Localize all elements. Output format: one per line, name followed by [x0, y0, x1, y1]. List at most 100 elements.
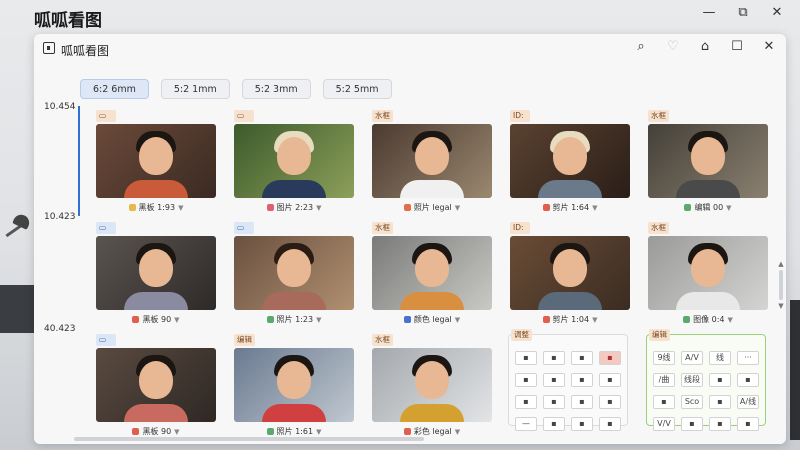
tool-button[interactable]: Sco	[681, 395, 703, 409]
restore-icon[interactable]: ⧉	[736, 6, 750, 20]
photo-tag: ▭	[234, 110, 254, 122]
photo-thumbnail[interactable]	[648, 124, 768, 198]
tool-button[interactable]: ▪	[653, 395, 675, 409]
photo-caption[interactable]: 剪片 1:04 ▼	[510, 314, 630, 325]
photo-caption[interactable]: 黑板 90 ▼	[96, 426, 216, 437]
timeline-bar[interactable]	[78, 106, 80, 216]
tool-button[interactable]: ▪	[571, 395, 593, 409]
tool-button[interactable]: A/V	[681, 351, 703, 365]
photo-thumbnail[interactable]	[96, 348, 216, 422]
photo-caption[interactable]: 黑板 90 ▼	[96, 314, 216, 325]
close-window-icon[interactable]: ✕	[762, 40, 776, 54]
tool-button[interactable]: V/V	[653, 417, 675, 431]
tool-button[interactable]: ▪	[599, 373, 621, 387]
background-chair	[790, 300, 800, 440]
tool-button[interactable]: ▪	[571, 351, 593, 365]
photo-caption[interactable]: 颜色 legal ▼	[372, 314, 492, 325]
photo-caption[interactable]: 剪片 1:64 ▼	[510, 202, 630, 213]
chevron-down-icon[interactable]: ▼	[455, 316, 460, 324]
photo-tag: ID:	[510, 222, 530, 234]
photo-thumbnail[interactable]	[234, 236, 354, 310]
scroll-up-icon[interactable]: ▲	[777, 260, 785, 268]
vertical-scrollbar[interactable]	[779, 270, 783, 300]
tool-button[interactable]: ▪	[599, 417, 621, 431]
tool-button[interactable]: /曲	[653, 373, 675, 387]
close-icon[interactable]: ✕	[770, 6, 784, 20]
photo-tag: 编辑	[234, 334, 255, 346]
search-icon[interactable]: ⌕	[634, 40, 648, 54]
tool-button[interactable]: ▪	[515, 351, 537, 365]
photo-tag: 水框	[372, 334, 393, 346]
chevron-down-icon[interactable]: ▼	[455, 204, 460, 212]
tool-panel-tag: 编辑	[649, 329, 670, 341]
tool-button[interactable]: 线	[709, 351, 731, 365]
photo-thumbnail[interactable]	[96, 124, 216, 198]
tool-button[interactable]: ▪	[515, 373, 537, 387]
photo-caption[interactable]: 照片 1:23 ▼	[234, 314, 354, 325]
chevron-down-icon[interactable]: ▼	[174, 428, 179, 436]
photo-caption[interactable]: 图片 2:23 ▼	[234, 202, 354, 213]
photo-caption[interactable]: 黑板 1:93 ▼	[96, 202, 216, 213]
home-icon[interactable]	[43, 42, 55, 54]
tool-button[interactable]: ▪	[543, 351, 565, 365]
photo-tag: ▭	[96, 222, 116, 234]
tool-button[interactable]: ▪	[543, 417, 565, 431]
pin-icon[interactable]: ⌂	[698, 40, 712, 54]
chevron-down-icon[interactable]: ▼	[728, 316, 733, 324]
chevron-down-icon[interactable]: ▼	[455, 428, 460, 436]
tool-button[interactable]: A/线	[737, 395, 759, 409]
tool-button[interactable]: ▪	[543, 395, 565, 409]
photo-thumbnail[interactable]	[510, 236, 630, 310]
photo-thumbnail[interactable]	[96, 236, 216, 310]
date-chip[interactable]: 5:2 5mm	[322, 79, 392, 99]
chevron-down-icon[interactable]: ▼	[316, 428, 321, 436]
minimize-icon[interactable]: —	[702, 6, 716, 20]
tool-button[interactable]: ▪	[599, 351, 621, 365]
tool-button[interactable]: —	[515, 417, 537, 431]
photo-caption[interactable]: 照片 legal ▼	[372, 202, 492, 213]
photo-tag: 水框	[372, 110, 393, 122]
tool-button[interactable]: ▪	[709, 417, 731, 431]
tool-button[interactable]: ▪	[737, 373, 759, 387]
chevron-down-icon[interactable]: ▼	[592, 316, 597, 324]
photo-caption-text: 图像 0:4	[693, 315, 725, 324]
tool-button[interactable]: ▪	[709, 373, 731, 387]
date-chip[interactable]: 5:2 1mm	[160, 79, 230, 99]
chevron-down-icon[interactable]: ▼	[316, 204, 321, 212]
horizontal-scrollbar[interactable]	[74, 437, 424, 441]
photo-caption[interactable]: 彩色 legal ▼	[372, 426, 492, 437]
date-chip[interactable]: 5:2 3mm	[241, 79, 311, 99]
photo-thumbnail[interactable]	[372, 124, 492, 198]
photo-thumbnail[interactable]	[372, 348, 492, 422]
tool-button[interactable]: ···	[737, 351, 759, 365]
chevron-down-icon[interactable]: ▼	[178, 204, 183, 212]
tool-button[interactable]: ▪	[599, 395, 621, 409]
chevron-down-icon[interactable]: ▼	[592, 204, 597, 212]
tool-button[interactable]: ▪	[571, 373, 593, 387]
tool-button[interactable]: 线段	[681, 373, 703, 387]
photo-caption[interactable]: 编辑 00 ▼	[648, 202, 768, 213]
label-color-icon	[684, 204, 692, 211]
label-color-icon	[128, 204, 136, 211]
heart-icon[interactable]: ♡	[666, 40, 680, 54]
photo-caption[interactable]: 照片 1:61 ▼	[234, 426, 354, 437]
chevron-down-icon[interactable]: ▼	[174, 316, 179, 324]
photo-thumbnail[interactable]	[372, 236, 492, 310]
photo-thumbnail[interactable]	[234, 124, 354, 198]
tool-button[interactable]: ▪	[709, 395, 731, 409]
chevron-down-icon[interactable]: ▼	[726, 204, 731, 212]
chevron-down-icon[interactable]: ▼	[316, 316, 321, 324]
scroll-down-icon[interactable]: ▼	[777, 302, 785, 310]
tool-button[interactable]: ▪	[543, 373, 565, 387]
photo-thumbnail[interactable]	[510, 124, 630, 198]
photo-thumbnail[interactable]	[648, 236, 768, 310]
maximize-icon[interactable]: ☐	[730, 40, 744, 54]
photo-caption[interactable]: 图像 0:4 ▼	[648, 314, 768, 325]
tool-button[interactable]: ▪	[737, 417, 759, 431]
date-chip[interactable]: 6:2 6mm	[80, 79, 149, 99]
tool-button[interactable]: ▪	[681, 417, 703, 431]
tool-button[interactable]: 9线	[653, 351, 675, 365]
tool-button[interactable]: ▪	[571, 417, 593, 431]
photo-thumbnail[interactable]	[234, 348, 354, 422]
tool-button[interactable]: ▪	[515, 395, 537, 409]
